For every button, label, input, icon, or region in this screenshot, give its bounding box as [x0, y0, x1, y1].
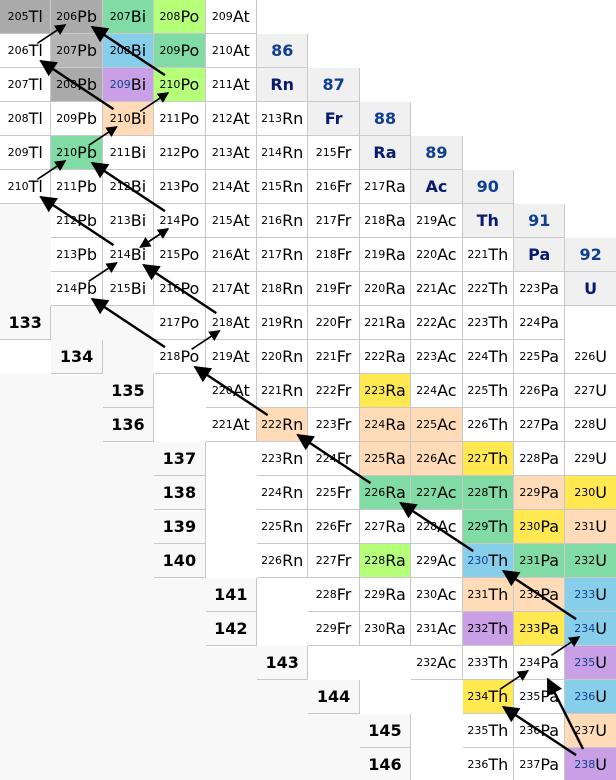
decay-arrow	[39, 59, 115, 111]
decay-chart: 205 Tl 206 Pb 207 Bi 208 Po 209 At 206 Tl 207 Pb 208 Bi…	[0, 0, 616, 780]
decay-arrow	[296, 433, 372, 485]
decay-arrow	[90, 161, 166, 213]
decay-arrow	[193, 365, 269, 417]
decay-arrow	[139, 228, 169, 248]
decay-arrow	[501, 569, 577, 621]
decay-arrow	[191, 330, 221, 350]
decay-arrow	[499, 670, 529, 690]
decay-arrow	[399, 501, 474, 553]
decay-arrow	[90, 25, 166, 77]
decay-arrow	[550, 636, 581, 656]
decay-arrow	[36, 160, 67, 180]
decay-arrows	[36, 24, 585, 757]
decay-arrow	[36, 24, 67, 44]
decay-arrow	[139, 92, 170, 112]
decay-arrow	[39, 195, 115, 247]
decay-arrow	[142, 263, 217, 315]
decay-arrow	[90, 297, 166, 349]
decay-arrow	[88, 126, 118, 146]
decay-arrow	[88, 262, 118, 282]
